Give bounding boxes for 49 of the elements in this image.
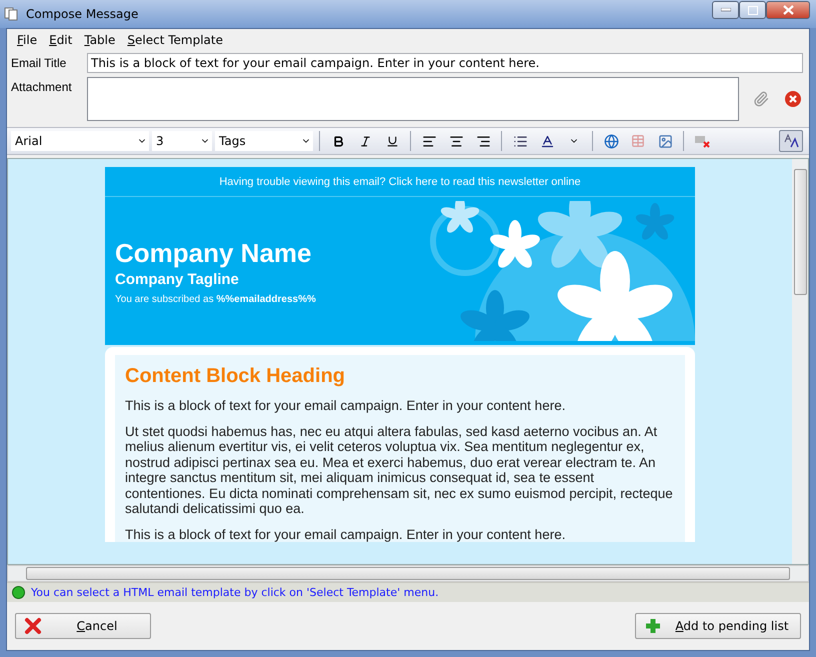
add-button[interactable]: Add to pending list — [635, 613, 801, 639]
window-title: Compose Message — [26, 7, 140, 21]
paragraph: This is a block of text for your email campaign. Enter in your content here. — [125, 526, 566, 542]
status-light-icon — [12, 586, 25, 599]
paragraph: This is a block of text for your email campaign. Enter in your content here. — [125, 398, 566, 414]
minimize-button[interactable] — [712, 1, 739, 19]
eraser-icon[interactable] — [694, 134, 710, 148]
email-title-label: Email Title — [11, 55, 68, 70]
preheader-text: Having trouble viewing this email? Click here to read this newsletter online — [105, 167, 695, 197]
menu-item[interactable]: Table — [78, 33, 122, 47]
content-heading: Content Block Heading — [125, 365, 346, 388]
remove-icon[interactable] — [784, 90, 802, 108]
plus-icon — [644, 617, 662, 635]
minimize-icon — [720, 8, 730, 12]
paragraph: Ut stet quodsi habemus has, nec eu atqui altera fabulas, sed kasd aeterno vocibus an. At melius alienum evertitur vis, ei velit ceteros voluptua vix. Sea mentitum neglegentur ex, nostrud adipisci pertinax sea eu. Mea et exerci habemus, duo erat verear electram te. An integre sanctus mentitum sit, mei aliquam inimicus consequat id, sea te essent contentiones. Eu dicta nominati comprehensam sit, nec ex sumo euismod percipit, recteque salutandi delicatissimi quo ea. — [125, 424, 674, 516]
company-name: Company Name — [115, 238, 312, 268]
image-icon[interactable] — [658, 134, 672, 148]
status-text: You can select a HTML email template by click on 'Select Template' menu. — [31, 586, 439, 599]
close-button[interactable] — [766, 1, 810, 19]
tags-dropdown[interactable]: Tags — [215, 131, 313, 151]
cancel-button[interactable]: Cancel — [15, 613, 151, 639]
document-icon — [4, 7, 18, 21]
font-color-icon[interactable] — [540, 134, 554, 148]
maximize-button[interactable] — [739, 1, 766, 19]
italic-icon[interactable] — [358, 134, 372, 148]
align-right-icon[interactable] — [476, 134, 490, 148]
close-icon — [782, 5, 794, 15]
bold-icon[interactable] — [332, 134, 344, 148]
font-style-icon — [783, 134, 799, 148]
vertical-scrollbar[interactable] — [792, 159, 808, 564]
font-dropdown[interactable]: Arial — [11, 131, 149, 151]
bullet-list-icon[interactable] — [512, 134, 528, 148]
style-toggle-button[interactable] — [779, 130, 803, 152]
paperclip-icon[interactable] — [753, 91, 769, 107]
email-title-field[interactable]: This is a block of text for your email campaign. Enter in your content here. — [87, 53, 803, 73]
size-dropdown[interactable]: 3 — [152, 131, 212, 151]
attachment-label: Attachment — [11, 79, 73, 94]
align-left-icon[interactable] — [422, 134, 436, 148]
globe-icon[interactable] — [604, 134, 618, 148]
subscription-text: You are subscribed as %%emailaddress%% — [115, 294, 316, 304]
cross-icon — [24, 617, 42, 635]
menu-item[interactable]: File — [11, 33, 44, 47]
underline-icon[interactable] — [386, 134, 398, 148]
horizontal-scrollbar[interactable] — [7, 565, 809, 582]
maximize-icon — [748, 6, 758, 14]
menu-item[interactable]: Edit — [43, 33, 78, 47]
align-center-icon[interactable] — [448, 134, 464, 148]
company-tagline: Company Tagline — [115, 270, 240, 288]
menu-item[interactable]: Select Template — [121, 33, 229, 47]
